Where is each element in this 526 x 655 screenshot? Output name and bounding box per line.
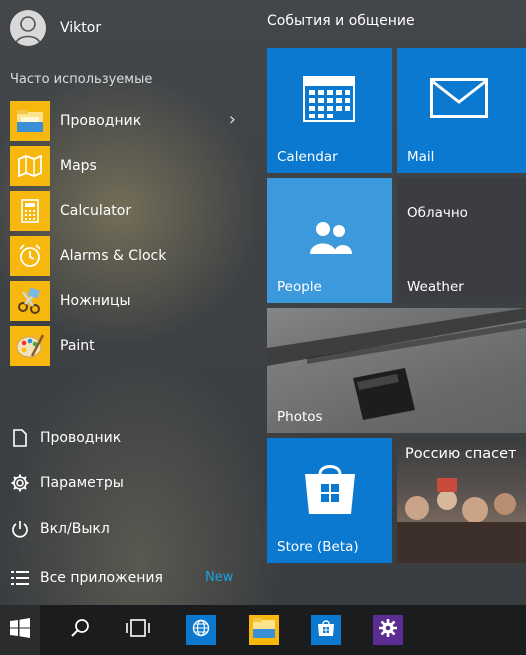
calculator-icon bbox=[10, 190, 50, 231]
app-paint[interactable]: Paint bbox=[10, 323, 250, 368]
windows-logo-icon bbox=[10, 618, 30, 642]
globe-icon bbox=[192, 619, 210, 641]
store-bag-icon bbox=[317, 619, 335, 641]
app-calculator[interactable]: Calculator bbox=[10, 188, 250, 233]
app-snipping-tool[interactable]: Ножницы bbox=[10, 278, 250, 323]
explorer-link[interactable]: Проводник bbox=[10, 423, 250, 453]
scissors-icon bbox=[10, 280, 50, 321]
people-tile[interactable]: People bbox=[267, 178, 392, 303]
calendar-tile-label: Calendar bbox=[277, 149, 338, 165]
new-badge: New bbox=[205, 570, 234, 585]
photos-tile[interactable]: Photos bbox=[267, 308, 526, 433]
user-name: Viktor bbox=[60, 20, 102, 36]
taskbar-store[interactable] bbox=[311, 615, 341, 645]
people-tile-label: People bbox=[277, 279, 322, 295]
app-label: Alarms & Clock bbox=[60, 247, 167, 264]
taskbar-file-explorer[interactable] bbox=[249, 615, 279, 645]
explorer-label: Проводник bbox=[40, 430, 122, 446]
mail-tile-label: Mail bbox=[407, 149, 435, 165]
folder-icon bbox=[10, 100, 50, 141]
people-icon bbox=[310, 220, 352, 260]
weather-condition: Облачно bbox=[407, 205, 468, 221]
map-icon bbox=[10, 145, 50, 186]
search-icon bbox=[70, 618, 90, 642]
store-tile-label: Store (Beta) bbox=[277, 539, 359, 555]
task-view-icon bbox=[126, 619, 150, 641]
mail-tile[interactable]: Mail bbox=[397, 48, 526, 173]
news-tile[interactable]: Россию спасет bbox=[397, 438, 526, 563]
task-view-button[interactable] bbox=[118, 605, 158, 655]
frequent-apps-heading: Часто используемые bbox=[10, 72, 153, 87]
app-label: Calculator bbox=[60, 202, 132, 219]
calendar-tile[interactable]: Calendar bbox=[267, 48, 392, 173]
app-alarms-clock[interactable]: Alarms & Clock bbox=[10, 233, 250, 278]
search-button[interactable] bbox=[60, 605, 100, 655]
power-icon bbox=[10, 519, 30, 539]
weather-tile[interactable]: Облачно Weather bbox=[397, 178, 526, 303]
list-icon bbox=[10, 568, 30, 588]
gear-icon bbox=[10, 473, 30, 493]
mail-envelope-icon bbox=[430, 78, 488, 122]
app-label: Maps bbox=[60, 157, 97, 174]
alarm-clock-icon bbox=[10, 235, 50, 276]
gear-icon bbox=[378, 618, 398, 642]
app-label: Ножницы bbox=[60, 292, 131, 309]
tile-group-title[interactable]: События и общение bbox=[267, 13, 415, 29]
paint-palette-icon bbox=[10, 325, 50, 366]
document-icon bbox=[10, 428, 30, 448]
all-apps-label: Все приложения bbox=[40, 570, 163, 586]
settings-link[interactable]: Параметры bbox=[10, 468, 250, 498]
frequent-apps-list: Проводник › Maps Calculator Alarms & Clo… bbox=[10, 98, 250, 368]
news-headline: Россию спасет bbox=[405, 446, 517, 462]
user-account[interactable]: Viktor bbox=[10, 10, 101, 46]
power-button[interactable]: Вкл/Выкл bbox=[10, 514, 250, 544]
start-button[interactable] bbox=[0, 605, 40, 655]
settings-label: Параметры bbox=[40, 475, 124, 491]
taskbar-internet-explorer[interactable] bbox=[186, 615, 216, 645]
weather-tile-label: Weather bbox=[407, 279, 464, 295]
store-bag-icon bbox=[301, 460, 359, 520]
folder-icon bbox=[252, 617, 276, 643]
photos-tile-label: Photos bbox=[277, 409, 323, 425]
app-maps[interactable]: Maps bbox=[10, 143, 250, 188]
chevron-right-icon[interactable]: › bbox=[229, 109, 236, 130]
store-tile[interactable]: Store (Beta) bbox=[267, 438, 392, 563]
app-explorer[interactable]: Проводник › bbox=[10, 98, 250, 143]
user-avatar-icon bbox=[10, 10, 46, 46]
app-label: Paint bbox=[60, 337, 95, 354]
app-label: Проводник bbox=[60, 112, 142, 129]
calendar-icon bbox=[303, 76, 355, 126]
power-label: Вкл/Выкл bbox=[40, 521, 110, 537]
taskbar bbox=[0, 605, 526, 655]
taskbar-settings[interactable] bbox=[373, 615, 403, 645]
